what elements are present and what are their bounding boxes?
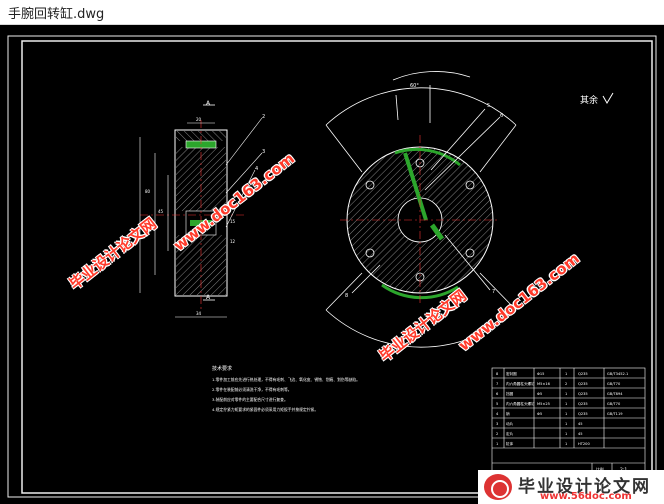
surface-label: 其余 xyxy=(580,94,598,106)
site-logo: 毕业设计论文网 www.56doc.com xyxy=(478,470,664,504)
bom-cell-spec: Φ5 xyxy=(537,392,542,396)
bom-cell-no: 8 xyxy=(496,372,499,376)
bom-cell-note: GB/T3452.1 xyxy=(607,372,628,376)
bom-cell-name: 挡圈 xyxy=(506,391,514,396)
bom-cell-no: 1 xyxy=(496,442,498,446)
dimension-label: 15 xyxy=(230,219,236,224)
callout-label: 2 xyxy=(262,114,265,120)
cad-viewport[interactable]: A A 2 3 4 34 20 80 45 15 12 60° 5 6 7 8 … xyxy=(0,25,664,504)
section-letter: A xyxy=(206,100,211,107)
dimension-label: 12 xyxy=(230,239,236,244)
bom-cell-mat: Q235 xyxy=(578,412,588,416)
bom-cell-name: 缸体 xyxy=(506,441,514,446)
bom-cell-note: GB/T70 xyxy=(607,382,621,386)
site-logo-icon xyxy=(484,474,512,500)
bom-cell-no: 2 xyxy=(496,432,498,436)
callout-label: 5 xyxy=(487,103,490,109)
dimension-label: 20 xyxy=(196,117,202,122)
bom-cell-mat: Q235 xyxy=(578,392,588,396)
bom-cell-no: 6 xyxy=(496,392,499,396)
callout-label: 3 xyxy=(262,149,265,155)
bom-cell-spec: Φ5 xyxy=(537,412,542,416)
roughness-symbol xyxy=(602,92,614,104)
bom-cell-mat: HT200 xyxy=(578,442,590,446)
bom-cell-qty: 1 xyxy=(565,442,567,446)
bom-cell-spec: M5×16 xyxy=(537,382,551,386)
dimension-label: 34 xyxy=(196,311,202,316)
dimension-label: 80 xyxy=(145,189,151,194)
bom-cell-no: 4 xyxy=(496,412,499,416)
bom-cell-spec: M5×25 xyxy=(537,402,550,406)
bom-cell-qty: 1 xyxy=(565,422,567,426)
bom-cell-no: 5 xyxy=(496,402,498,406)
window-titlebar: 手腕回转缸.dwg xyxy=(0,0,664,25)
bom-cell-qty: 1 xyxy=(565,432,567,436)
tech-title: 技术要求 xyxy=(212,365,232,372)
window-title: 手腕回转缸.dwg xyxy=(8,7,105,22)
bom-cell-mat: Q235 xyxy=(578,382,588,386)
callout-label: 6 xyxy=(500,113,503,119)
bom-cell-name: 内六角圆柱头螺钉 xyxy=(506,381,535,386)
bom-cell-qty: 1 xyxy=(565,372,567,376)
bom-cell-no: 3 xyxy=(496,422,498,426)
dimension-label: 45 xyxy=(158,209,164,214)
angle-dimension: 60° xyxy=(410,83,419,89)
bom-cell-mat: 45 xyxy=(578,422,583,426)
bom-cell-name: 销 xyxy=(506,411,510,416)
bom-cell-spec: Φ15 xyxy=(537,372,544,376)
callout-label: 7 xyxy=(492,289,495,295)
site-logo-url: www.56doc.com xyxy=(540,491,632,502)
bom-cell-qty: 2 xyxy=(565,382,567,386)
tech-line: 2.零件在装配前必须清洗干净，不得有毛刺等。 xyxy=(212,387,292,392)
bom-cell-note: GB/T70 xyxy=(607,402,621,406)
bom-cell-note: GB/T119 xyxy=(607,412,623,416)
right-front-view xyxy=(325,71,517,348)
bom-cell-note: GB/T894 xyxy=(607,392,623,396)
callout-label: 8 xyxy=(345,293,348,299)
bom-cell-name: 动片 xyxy=(506,421,514,426)
bom-cell-qty: 1 xyxy=(565,402,567,406)
bom-cell-name: 定片 xyxy=(506,431,514,436)
tech-line: 3.装配前应对零件的主要配合尺寸进行复查。 xyxy=(212,397,288,402)
bom-cell-no: 7 xyxy=(496,382,498,386)
bom-rows: 8 密封圈 Φ15 1 Q235 GB/T3452.17 内六角圆柱头螺钉 M5×16 2 Q23… xyxy=(496,371,628,446)
bom-cell-mat: Q235 xyxy=(578,372,588,376)
tech-line: 1.零件加工前应先进行热处理，不得有毛刺、飞边、氧化皮、锈蚀、划痕、划伤等缺陷。 xyxy=(212,377,360,382)
bom-cell-mat: 45 xyxy=(578,432,583,436)
bom-cell-name: 内六角圆柱头螺钉 xyxy=(506,401,535,406)
bom-cell-mat: Q235 xyxy=(578,402,588,406)
bom-cell-name: 密封圈 xyxy=(506,371,517,376)
tech-requirements: 技术要求 1.零件加工前应先进行热处理，不得有毛刺、飞边、氧化皮、锈蚀、划痕、划… xyxy=(212,365,360,412)
tech-line: 4.规定拧紧力矩要求的紧固件必须采用力矩扳手并按规定拧紧。 xyxy=(212,407,318,412)
bom-cell-qty: 1 xyxy=(565,392,567,396)
bom-cell-qty: 1 xyxy=(565,412,567,416)
